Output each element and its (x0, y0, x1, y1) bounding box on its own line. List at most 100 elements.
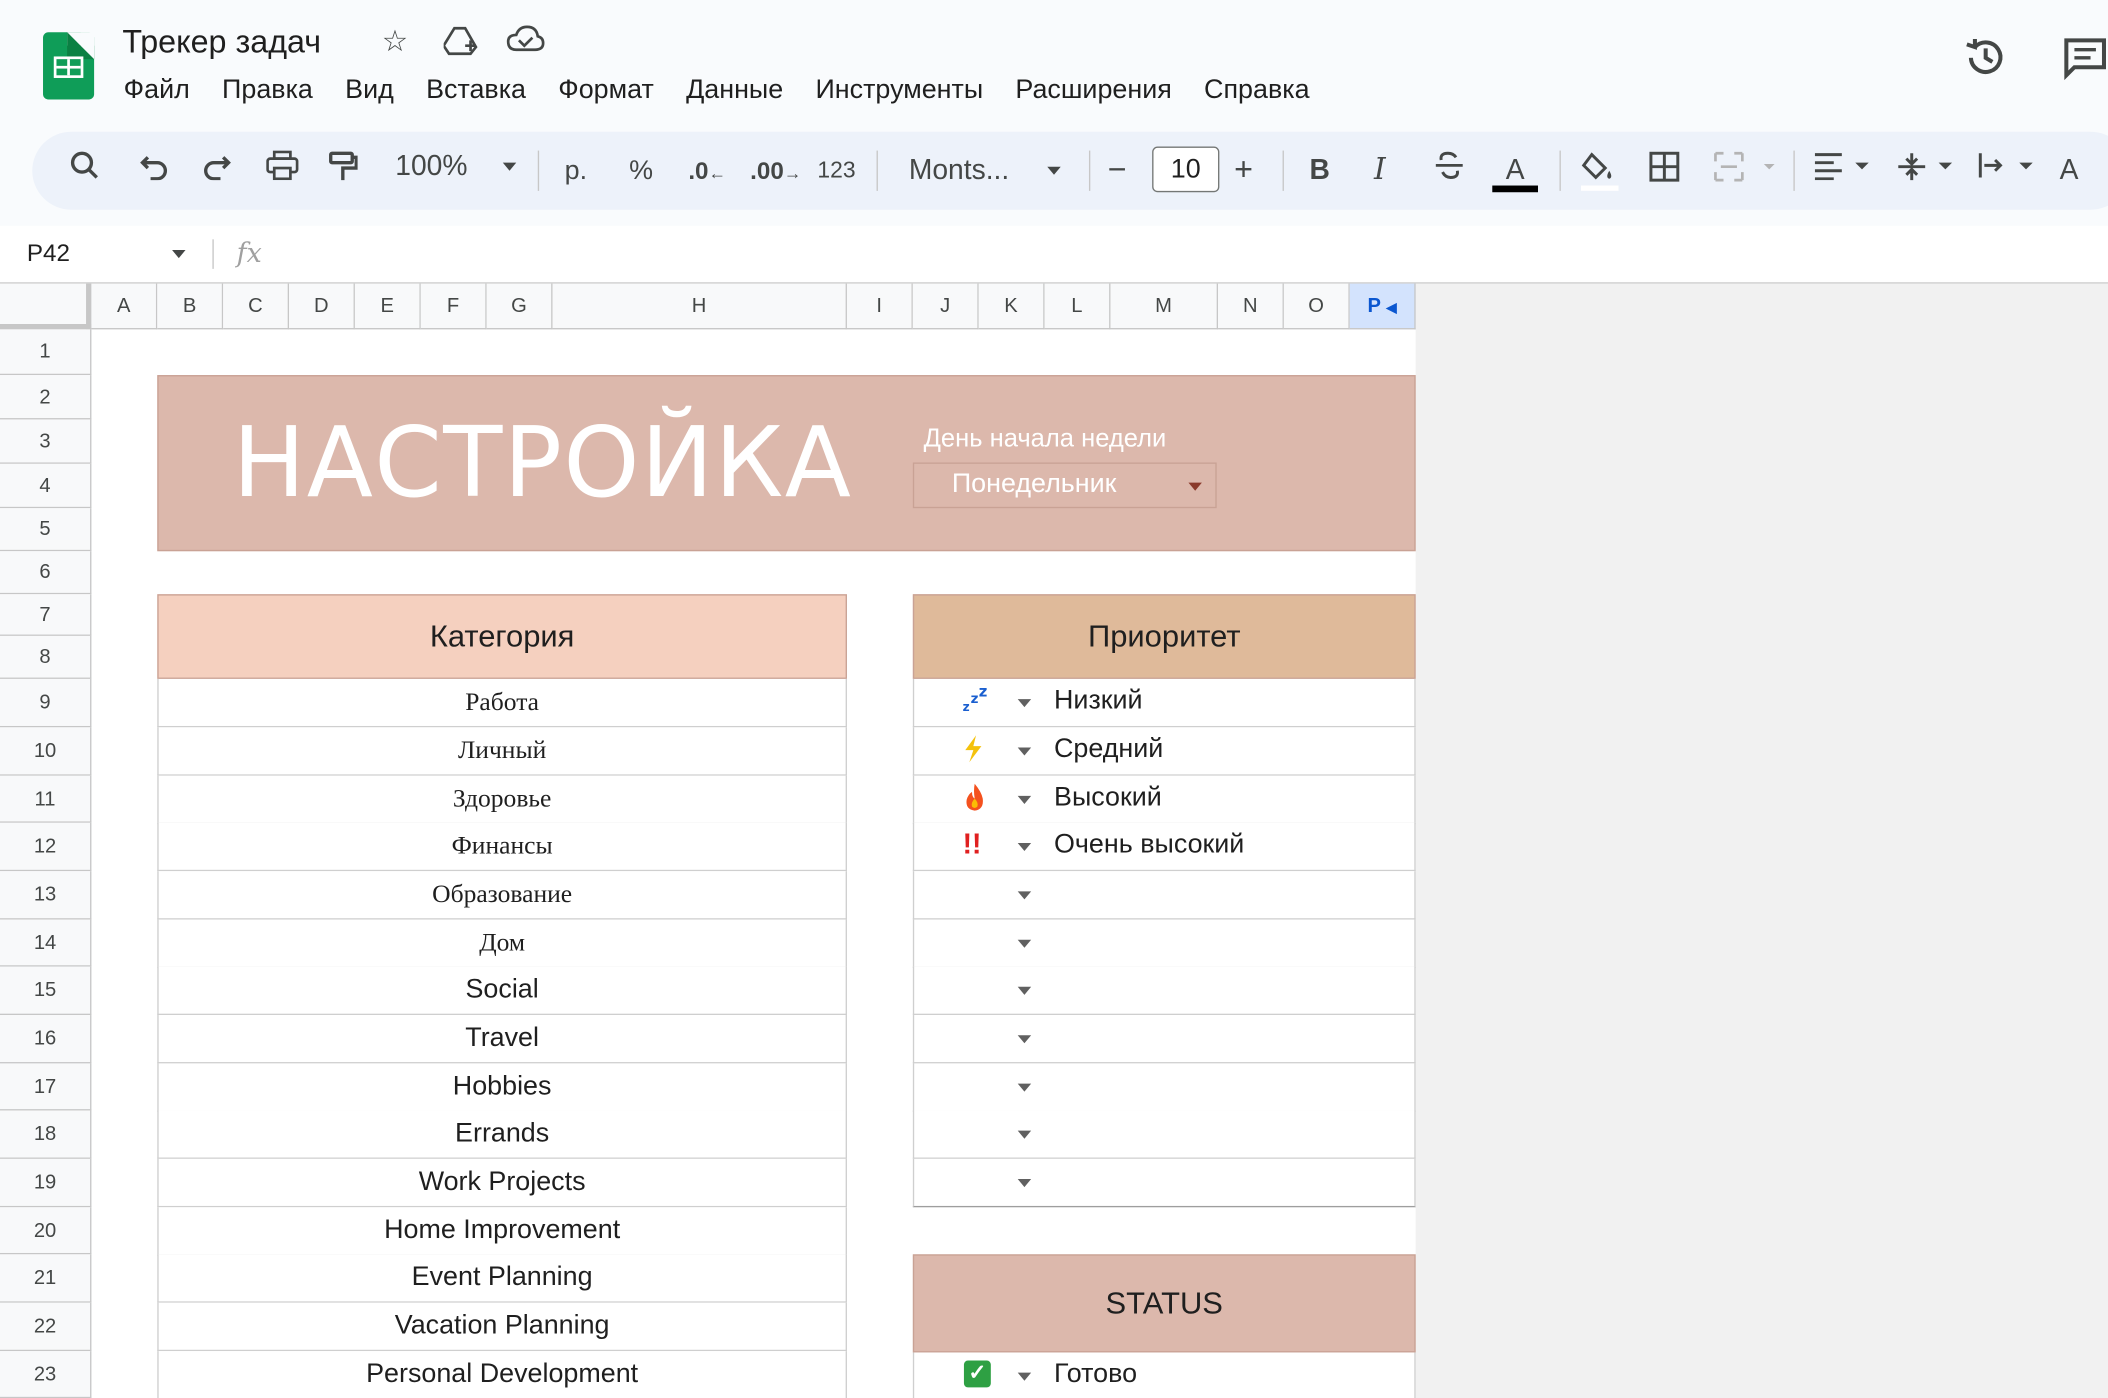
paint-format-icon[interactable] (328, 151, 358, 195)
menu-insert[interactable]: Вставка (426, 75, 526, 106)
priority-row[interactable] (912, 1110, 1416, 1159)
cloud-saved-icon[interactable] (505, 24, 545, 62)
menu-extensions[interactable]: Расширения (1015, 75, 1171, 106)
select-all-corner[interactable] (0, 283, 92, 330)
menu-file[interactable]: Файл (124, 75, 190, 106)
zoom-select[interactable]: 100% (395, 151, 516, 183)
column-header-b[interactable]: B (157, 283, 224, 330)
name-box[interactable]: P42 (27, 239, 70, 267)
row-header[interactable]: 3 (0, 419, 92, 464)
priority-row[interactable] (912, 1015, 1416, 1064)
priority-header[interactable]: Приоритет (912, 594, 1416, 679)
increase-decimal-button[interactable]: .00→ (750, 151, 801, 194)
column-header-o[interactable]: O (1283, 283, 1350, 330)
row-header[interactable]: 1 (0, 329, 92, 376)
row-header[interactable]: 7 (0, 594, 92, 636)
category-cell[interactable]: Event Planning (157, 1254, 847, 1303)
more-formats-button[interactable]: 123 (817, 151, 855, 191)
font-select[interactable]: Monts... (909, 151, 1061, 191)
category-cell[interactable]: Travel (157, 1015, 847, 1064)
row-header[interactable]: 15 (0, 966, 92, 1016)
horizontal-align-icon[interactable] (1812, 151, 1877, 193)
column-header-k[interactable]: K (978, 283, 1045, 330)
fill-color-icon[interactable] (1578, 151, 1619, 203)
column-header-h[interactable]: H (552, 283, 847, 330)
column-header-p[interactable]: P ◀ (1349, 283, 1416, 330)
menu-data[interactable]: Данные (686, 75, 783, 106)
column-header-e[interactable]: E (354, 283, 421, 330)
row-header[interactable]: 22 (0, 1302, 92, 1352)
text-color-button[interactable]: A (1492, 151, 1538, 193)
collapse-arrow-icon[interactable]: ◀ (1386, 301, 1396, 316)
redo-icon[interactable] (202, 151, 232, 193)
menu-tools[interactable]: Инструменты (815, 75, 983, 106)
category-cell[interactable]: Здоровье (157, 775, 847, 825)
menu-format[interactable]: Формат (558, 75, 654, 106)
merge-cells-icon[interactable] (1713, 151, 1780, 195)
category-cell[interactable]: Vacation Planning (157, 1302, 847, 1352)
bold-button[interactable]: B (1309, 151, 1329, 191)
row-header[interactable]: 4 (0, 463, 92, 509)
decrease-decimal-button[interactable]: .0← (688, 151, 726, 194)
spreadsheet-grid[interactable]: A B C D E F G H I J K L M N O P ◀ 1 2 3 4… (0, 283, 2108, 1398)
column-header-g[interactable]: G (486, 283, 553, 330)
status-header[interactable]: STATUS (912, 1254, 1416, 1353)
decrease-font-size-button[interactable]: − (1108, 151, 1127, 191)
row-header[interactable]: 2 (0, 375, 92, 420)
row-header[interactable]: 11 (0, 775, 92, 823)
format-percent-button[interactable]: % (629, 151, 653, 191)
row-header[interactable]: 8 (0, 635, 92, 679)
search-menus-icon[interactable] (70, 151, 100, 193)
sheets-logo-icon[interactable] (43, 32, 95, 100)
row-header[interactable]: 12 (0, 822, 92, 872)
week-start-dropdown[interactable]: Понедельник (912, 462, 1217, 509)
text-rotation-button[interactable]: A (2060, 151, 2079, 191)
strikethrough-icon[interactable] (1433, 151, 1465, 193)
category-cell[interactable]: Errands (157, 1110, 847, 1159)
category-header[interactable]: Категория (157, 594, 847, 679)
priority-row[interactable]: Высокий (912, 775, 1416, 825)
row-header[interactable]: 21 (0, 1254, 92, 1303)
column-header-f[interactable]: F (420, 283, 487, 330)
row-header[interactable]: 17 (0, 1063, 92, 1111)
name-box-dropdown-icon[interactable] (172, 250, 186, 259)
category-cell[interactable]: Финансы (157, 822, 847, 872)
priority-row[interactable]: zzz Низкий (912, 678, 1416, 728)
increase-font-size-button[interactable]: + (1234, 151, 1253, 191)
row-header[interactable]: 13 (0, 871, 92, 920)
priority-row[interactable]: !! Очень высокий (912, 822, 1416, 872)
category-cell[interactable]: Work Projects (157, 1158, 847, 1208)
column-header-a[interactable]: A (91, 283, 158, 330)
text-wrapping-icon[interactable] (1976, 151, 2041, 193)
category-cell[interactable]: Hobbies (157, 1063, 847, 1112)
priority-row[interactable] (912, 966, 1416, 1016)
priority-row[interactable]: Средний (912, 727, 1416, 776)
row-header[interactable]: 9 (0, 678, 92, 728)
italic-button[interactable]: I (1374, 151, 1386, 191)
row-header[interactable]: 19 (0, 1158, 92, 1208)
row-header[interactable]: 16 (0, 1015, 92, 1064)
comments-icon[interactable] (2062, 35, 2108, 90)
column-header-i[interactable]: I (846, 283, 913, 330)
row-header[interactable]: 20 (0, 1207, 92, 1255)
row-header[interactable]: 5 (0, 508, 92, 552)
move-to-drive-icon[interactable] (442, 24, 482, 64)
priority-row[interactable] (912, 919, 1416, 968)
format-currency-button[interactable]: р. (565, 151, 587, 191)
document-title[interactable]: Трекер задач (122, 24, 321, 62)
category-cell[interactable]: Дом (157, 919, 847, 968)
category-cell[interactable]: Personal Development (157, 1351, 847, 1398)
category-cell[interactable]: Работа (157, 678, 847, 728)
formula-input[interactable] (282, 234, 2083, 274)
menu-help[interactable]: Справка (1204, 75, 1309, 106)
column-header-l[interactable]: L (1044, 283, 1111, 330)
category-cell[interactable]: Личный (157, 727, 847, 776)
column-header-c[interactable]: C (223, 283, 290, 330)
column-header-m[interactable]: M (1110, 283, 1219, 330)
category-cell[interactable]: Образование (157, 871, 847, 920)
undo-icon[interactable] (140, 151, 170, 193)
version-history-icon[interactable] (1963, 35, 2009, 90)
category-cell[interactable]: Home Improvement (157, 1207, 847, 1256)
menu-edit[interactable]: Правка (222, 75, 313, 106)
menu-view[interactable]: Вид (345, 75, 394, 106)
